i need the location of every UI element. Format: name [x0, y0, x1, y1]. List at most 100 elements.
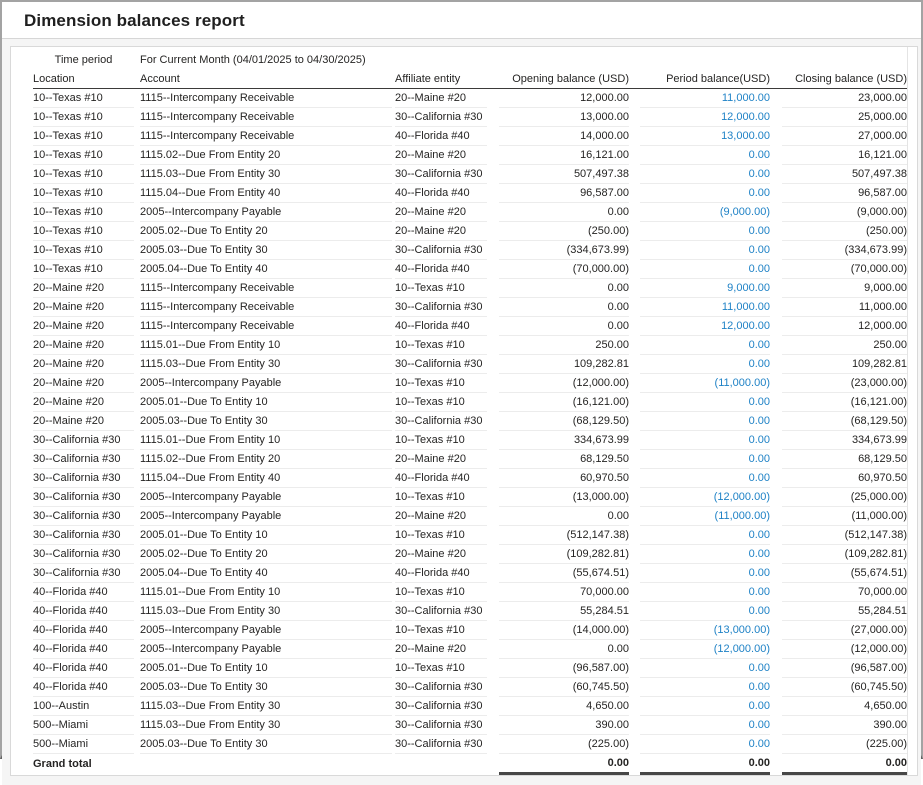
- cell-location: 20--Maine #20: [33, 355, 134, 374]
- cell-closing-balance: 55,284.51: [782, 602, 907, 621]
- cell-account: 1115.02--Due From Entity 20: [140, 146, 392, 165]
- cell-closing-balance: (225.00): [782, 735, 907, 754]
- cell-account: 2005.02--Due To Entity 20: [140, 222, 392, 241]
- column-gap: [770, 260, 782, 279]
- cell-account: 2005.02--Due To Entity 20: [140, 545, 392, 564]
- time-period-label: Time period: [33, 50, 134, 69]
- column-gap: [487, 317, 499, 336]
- cell-period-balance-link[interactable]: 0.00: [640, 184, 770, 203]
- cell-period-balance-link[interactable]: 9,000.00: [640, 279, 770, 298]
- cell-affiliate-entity: 40--Florida #40: [395, 184, 487, 203]
- cell-period-balance-link[interactable]: 0.00: [640, 526, 770, 545]
- cell-period-balance-link[interactable]: 0.00: [640, 165, 770, 184]
- cell-period-balance-link[interactable]: 0.00: [640, 583, 770, 602]
- cell-account: 1115--Intercompany Receivable: [140, 127, 392, 146]
- cell-period-balance-link[interactable]: 0.00: [640, 412, 770, 431]
- cell-period-balance-link[interactable]: 0.00: [640, 659, 770, 678]
- column-gap: [629, 298, 640, 317]
- cell-period-balance-link[interactable]: 0.00: [640, 545, 770, 564]
- cell-period-balance-link[interactable]: 0.00: [640, 241, 770, 260]
- table-row: 40--Florida #402005--Intercompany Payabl…: [33, 621, 907, 640]
- cell-period-balance-link[interactable]: 0.00: [640, 716, 770, 735]
- column-gap: [770, 640, 782, 659]
- column-gap: [487, 754, 499, 774]
- column-gap: [487, 279, 499, 298]
- column-gap: [487, 89, 499, 108]
- cell-closing-balance: (60,745.50): [782, 678, 907, 697]
- cell-opening-balance: (12,000.00): [499, 374, 629, 393]
- cell-closing-balance: 11,000.00: [782, 298, 907, 317]
- cell-opening-balance: 390.00: [499, 716, 629, 735]
- cell-period-balance-link[interactable]: 0.00: [640, 336, 770, 355]
- cell-period-balance-link[interactable]: 13,000.00: [640, 127, 770, 146]
- table-row: 30--California #302005.02--Due To Entity…: [33, 545, 907, 564]
- cell-period-balance-link[interactable]: 0.00: [640, 222, 770, 241]
- cell-period-balance-link[interactable]: (12,000.00): [640, 640, 770, 659]
- column-gap: [487, 127, 499, 146]
- cell-period-balance-link[interactable]: 0.00: [640, 678, 770, 697]
- column-gap: [629, 640, 640, 659]
- cell-opening-balance: (68,129.50): [499, 412, 629, 431]
- report-body: Time period For Current Month (04/01/202…: [2, 39, 921, 785]
- cell-period-balance-link[interactable]: 11,000.00: [640, 89, 770, 108]
- column-gap: [770, 545, 782, 564]
- cell-period-balance-link[interactable]: 0.00: [640, 735, 770, 754]
- cell-period-balance-link[interactable]: 0.00: [640, 355, 770, 374]
- cell-period-balance-link[interactable]: 0.00: [640, 469, 770, 488]
- cell-location: 40--Florida #40: [33, 583, 134, 602]
- column-gap: [487, 564, 499, 583]
- column-gap: [770, 317, 782, 336]
- cell-period-balance-link[interactable]: (9,000.00): [640, 203, 770, 222]
- cell-period-balance-link[interactable]: 0.00: [640, 602, 770, 621]
- cell-affiliate-entity: 40--Florida #40: [395, 564, 487, 583]
- cell-location: 40--Florida #40: [33, 678, 134, 697]
- column-gap: [629, 393, 640, 412]
- cell-period-balance-link[interactable]: 12,000.00: [640, 108, 770, 127]
- cell-period-balance-link[interactable]: 0.00: [640, 564, 770, 583]
- cell-period-balance-link[interactable]: 12,000.00: [640, 317, 770, 336]
- cell-location: 30--California #30: [33, 507, 134, 526]
- column-gap: [629, 69, 640, 89]
- cell-location: 10--Texas #10: [33, 184, 134, 203]
- column-gap: [629, 678, 640, 697]
- cell-period-balance-link[interactable]: 0.00: [640, 393, 770, 412]
- cell-location: 40--Florida #40: [33, 640, 134, 659]
- cell-period-balance-link[interactable]: 11,000.00: [640, 298, 770, 317]
- cell-opening-balance: (60,745.50): [499, 678, 629, 697]
- scrollbar-track[interactable]: [907, 47, 917, 775]
- cell-period-balance-link[interactable]: 0.00: [640, 450, 770, 469]
- table-row: 10--Texas #102005.04--Due To Entity 4040…: [33, 260, 907, 279]
- column-gap: [487, 222, 499, 241]
- cell-period-balance-link[interactable]: (11,000.00): [640, 374, 770, 393]
- cell-period-balance-link[interactable]: (13,000.00): [640, 621, 770, 640]
- cell-location: 500--Miami: [33, 735, 134, 754]
- cell-period-balance-link[interactable]: (11,000.00): [640, 507, 770, 526]
- cell-account: 1115--Intercompany Receivable: [140, 108, 392, 127]
- cell-affiliate-entity: 20--Maine #20: [395, 545, 487, 564]
- column-gap: [487, 659, 499, 678]
- column-gap: [629, 602, 640, 621]
- cell-location: 20--Maine #20: [33, 336, 134, 355]
- cell-location: 30--California #30: [33, 564, 134, 583]
- cell-account: 2005--Intercompany Payable: [140, 507, 392, 526]
- cell-period-balance-link[interactable]: 0.00: [640, 146, 770, 165]
- grand-total-label: Grand total: [33, 754, 134, 774]
- column-gap: [770, 203, 782, 222]
- cell-period-balance-link[interactable]: 0.00: [640, 260, 770, 279]
- column-gap: [770, 412, 782, 431]
- column-gap: [629, 89, 640, 108]
- cell-affiliate-entity: 20--Maine #20: [395, 89, 487, 108]
- column-gap: [629, 526, 640, 545]
- cell-opening-balance: 70,000.00: [499, 583, 629, 602]
- cell-period-balance-link[interactable]: 0.00: [640, 697, 770, 716]
- cell-location: 500--Miami: [33, 716, 134, 735]
- table-row: 10--Texas #101115--Intercompany Receivab…: [33, 127, 907, 146]
- column-gap: [770, 222, 782, 241]
- column-header-location: Location: [33, 69, 134, 89]
- column-gap: [770, 659, 782, 678]
- cell-period-balance-link[interactable]: 0.00: [640, 431, 770, 450]
- cell-account: 2005--Intercompany Payable: [140, 640, 392, 659]
- cell-period-balance-link[interactable]: (12,000.00): [640, 488, 770, 507]
- column-gap: [629, 374, 640, 393]
- cell-affiliate-entity: 40--Florida #40: [395, 317, 487, 336]
